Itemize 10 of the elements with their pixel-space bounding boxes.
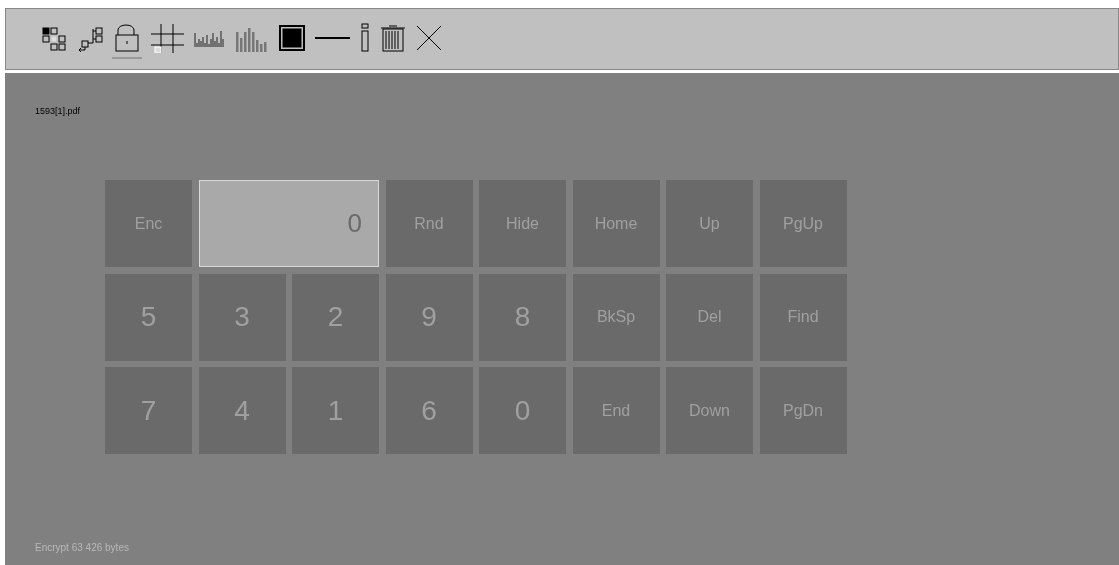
- info-icon: [360, 23, 370, 53]
- bar-chart-icon: [194, 29, 225, 47]
- display-field: 0: [198, 180, 379, 267]
- square-icon: [279, 23, 305, 53]
- padlock-icon: [114, 23, 140, 53]
- file-name: 1593[1].pdf: [35, 107, 81, 116]
- close-icon: [416, 23, 442, 53]
- underline-icon: [315, 37, 350, 39]
- grid-icon: [150, 23, 184, 53]
- trash-icon: [380, 23, 406, 53]
